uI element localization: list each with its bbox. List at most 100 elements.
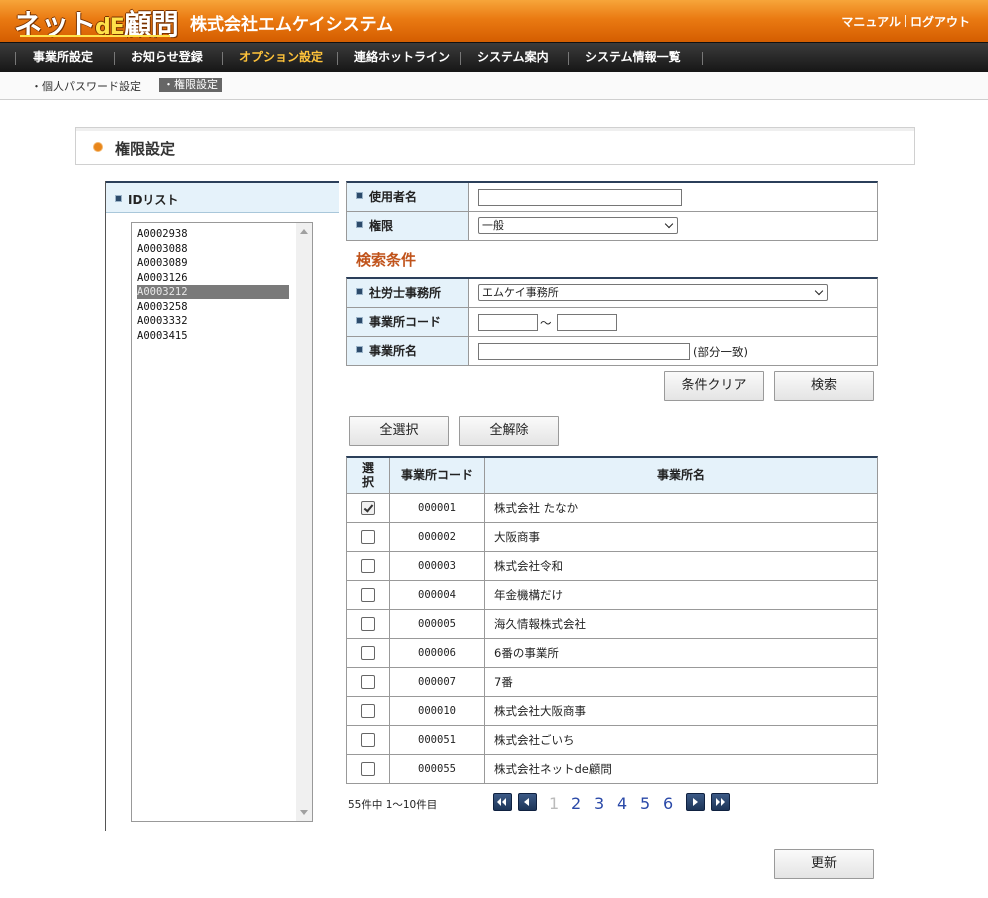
nav-system-info-list[interactable]: システム情報一覧 <box>585 43 681 73</box>
office-code-label: 事業所コード <box>347 308 469 336</box>
scroll-up-arrow-icon[interactable] <box>300 229 308 234</box>
page-number-current: 1 <box>549 794 560 813</box>
row-checkbox[interactable] <box>361 646 375 660</box>
office-code-cell: 000051 <box>390 726 485 754</box>
table-row: 000055 株式会社ネットde顧問 <box>347 755 877 784</box>
table-row: 000006 6番の事業所 <box>347 639 877 668</box>
subnav-permission-settings[interactable]: ・権限設定 <box>159 78 222 92</box>
logout-link[interactable]: ログアウト <box>910 15 970 29</box>
chevron-down-icon <box>814 286 824 296</box>
id-list-title: IDリスト <box>128 193 179 207</box>
office-selected-value: エムケイ事務所 <box>482 286 559 299</box>
office-name-input[interactable] <box>478 343 690 360</box>
square-bullet-icon <box>356 346 363 353</box>
office-code-from-input[interactable] <box>478 314 538 331</box>
search-button[interactable]: 検索 <box>774 371 874 401</box>
results-table-header: 選 択 事業所コード 事業所名 <box>347 458 877 494</box>
table-row: 000001 株式会社 たなか <box>347 494 877 523</box>
nav-divider <box>15 52 16 65</box>
id-list-item[interactable]: A0003332 <box>137 314 289 328</box>
row-checkbox[interactable] <box>361 588 375 602</box>
page-number[interactable]: 2 <box>571 794 581 813</box>
row-checkbox[interactable] <box>361 733 375 747</box>
nav-notice-registration[interactable]: お知らせ登録 <box>131 43 203 73</box>
office-code-to-input[interactable] <box>557 314 617 331</box>
office-label: 社労士事務所 <box>347 279 469 307</box>
office-name-cell: 株式会社ごいち <box>494 733 575 747</box>
nav-office-settings[interactable]: 事業所設定 <box>33 43 93 73</box>
office-code-cell: 000006 <box>390 639 485 667</box>
subnav-personal-password[interactable]: ・個人パスワード設定 <box>31 78 141 94</box>
chevron-down-icon <box>664 219 674 229</box>
next-page-icon[interactable] <box>686 793 705 811</box>
permission-row: 権限 一般 <box>347 212 877 241</box>
last-page-icon[interactable] <box>711 793 730 811</box>
nav-option-settings[interactable]: オプション設定 <box>239 43 323 73</box>
search-conditions-title: 検索条件 <box>356 251 417 269</box>
row-checkbox[interactable] <box>361 501 375 515</box>
clear-conditions-button[interactable]: 条件クリア <box>664 371 764 401</box>
page-number[interactable]: 3 <box>594 794 604 813</box>
table-row: 000005 海久情報株式会社 <box>347 610 877 639</box>
office-code-cell: 000003 <box>390 552 485 580</box>
manual-link[interactable]: マニュアル <box>841 15 901 29</box>
deselect-all-button[interactable]: 全解除 <box>459 416 559 446</box>
permission-select[interactable]: 一般 <box>478 217 678 234</box>
square-bullet-icon <box>356 192 363 199</box>
office-row: 社労士事務所 エムケイ事務所 <box>347 279 877 308</box>
id-list-item[interactable]: A0003258 <box>137 300 289 314</box>
table-row: 000002 大阪商事 <box>347 523 877 552</box>
square-bullet-icon <box>356 288 363 295</box>
id-listbox[interactable]: A0002938 A0003088 A0003089 A0003126 A000… <box>131 222 313 822</box>
nav-divider <box>337 52 338 65</box>
office-code-row: 事業所コード ～ <box>347 308 877 337</box>
id-list-item[interactable]: A0003088 <box>137 242 289 256</box>
company-name: 株式会社エムケイシステム <box>190 15 394 35</box>
update-button[interactable]: 更新 <box>774 849 874 879</box>
id-list-scrollbar[interactable] <box>296 223 312 821</box>
username-input[interactable] <box>478 189 682 206</box>
row-checkbox[interactable] <box>361 617 375 631</box>
title-bullet-icon <box>94 143 102 151</box>
app-logo[interactable]: ネットdE顧問 <box>14 3 179 41</box>
square-bullet-icon <box>356 317 363 324</box>
table-row: 000003 株式会社令和 <box>347 552 877 581</box>
user-form-table: 使用者名 権限 一般 <box>346 181 878 241</box>
page-number[interactable]: 5 <box>640 794 650 813</box>
id-list-item-selected[interactable]: A0003212 <box>137 285 289 299</box>
code-range-tilde: ～ <box>540 316 552 330</box>
nav-system-guide[interactable]: システム案内 <box>477 43 549 73</box>
office-results-table: 選 択 事業所コード 事業所名 000001 株式会社 たなか 000002 大阪商… <box>346 456 878 784</box>
search-form-table: 社労士事務所 エムケイ事務所 事業所コード ～ 事業所名 (部分一致) <box>346 277 878 366</box>
row-checkbox[interactable] <box>361 675 375 689</box>
scroll-down-arrow-icon[interactable] <box>300 810 308 815</box>
office-name-label: 事業所名 <box>347 337 469 365</box>
page-number[interactable]: 4 <box>617 794 627 813</box>
office-name-cell: 海久情報株式会社 <box>494 617 586 631</box>
username-label: 使用者名 <box>347 183 469 211</box>
office-name-cell: 株式会社大阪商事 <box>494 704 586 718</box>
row-checkbox[interactable] <box>361 704 375 718</box>
row-checkbox[interactable] <box>361 530 375 544</box>
office-name-cell: 年金機構だけ <box>494 588 563 602</box>
row-checkbox[interactable] <box>361 559 375 573</box>
id-list-item[interactable]: A0003126 <box>137 271 289 285</box>
id-list-item[interactable]: A0003415 <box>137 329 289 343</box>
select-all-button[interactable]: 全選択 <box>349 416 449 446</box>
result-count-summary: 55件中 1～10件目 <box>348 799 438 811</box>
page-title-box: 権限設定 <box>75 127 915 165</box>
row-checkbox[interactable] <box>361 762 375 776</box>
page-number[interactable]: 6 <box>663 794 673 813</box>
prev-page-icon[interactable] <box>518 793 537 811</box>
id-list-item[interactable]: A0002938 <box>137 227 289 241</box>
col-header-select: 選 択 <box>347 458 390 493</box>
table-row: 000051 株式会社ごいち <box>347 726 877 755</box>
id-list-item[interactable]: A0003089 <box>137 256 289 270</box>
nav-divider <box>702 52 703 65</box>
office-select[interactable]: エムケイ事務所 <box>478 284 828 301</box>
page-title: 権限設定 <box>115 140 176 158</box>
first-page-icon[interactable] <box>493 793 512 811</box>
square-bullet-icon <box>356 221 363 228</box>
nav-hotline[interactable]: 連絡ホットライン <box>354 43 450 73</box>
col-header-office-code: 事業所コード <box>390 458 485 493</box>
